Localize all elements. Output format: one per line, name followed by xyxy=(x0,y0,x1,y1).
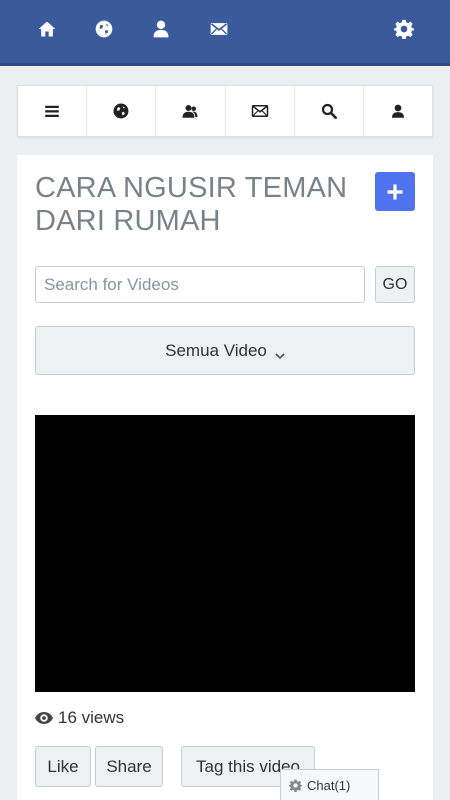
go-button[interactable]: GO xyxy=(375,266,415,303)
add-video-button[interactable] xyxy=(375,172,415,211)
top-navigation-bar xyxy=(0,0,450,66)
dropdown-selected-label: Semua Video xyxy=(165,340,267,360)
share-button[interactable]: Share xyxy=(95,746,163,787)
chevron-down-icon xyxy=(275,346,285,359)
globe-icon[interactable] xyxy=(93,18,115,40)
search-input[interactable] xyxy=(35,266,365,303)
video-filter-dropdown[interactable]: Semua Video xyxy=(35,326,415,375)
user-icon[interactable] xyxy=(364,86,432,136)
page-title: CARA NGUSIR TEMAN DARI RUMAH xyxy=(35,172,348,237)
chat-label: Chat(1) xyxy=(307,777,351,793)
gear-icon[interactable] xyxy=(393,18,415,40)
video-panel: CARA NGUSIR TEMAN DARI RUMAH GO Semua Vi… xyxy=(17,155,433,800)
plus-icon xyxy=(387,184,403,199)
gear-icon xyxy=(289,779,302,792)
chat-tab[interactable]: Chat(1) xyxy=(280,769,379,800)
view-count: 16 views xyxy=(35,708,124,728)
home-icon[interactable] xyxy=(36,18,58,40)
secondary-navigation xyxy=(17,85,433,137)
user-icon[interactable] xyxy=(150,18,172,40)
eye-icon xyxy=(35,712,53,724)
menu-icon[interactable] xyxy=(18,86,88,136)
views-text: 16 views xyxy=(58,708,125,727)
envelope-icon[interactable] xyxy=(208,18,230,40)
envelope-icon[interactable] xyxy=(226,86,295,136)
globe-icon[interactable] xyxy=(87,86,157,136)
friends-icon[interactable] xyxy=(156,86,226,136)
like-button[interactable]: Like xyxy=(35,746,91,787)
video-player[interactable] xyxy=(35,415,415,692)
search-icon[interactable] xyxy=(295,86,364,136)
